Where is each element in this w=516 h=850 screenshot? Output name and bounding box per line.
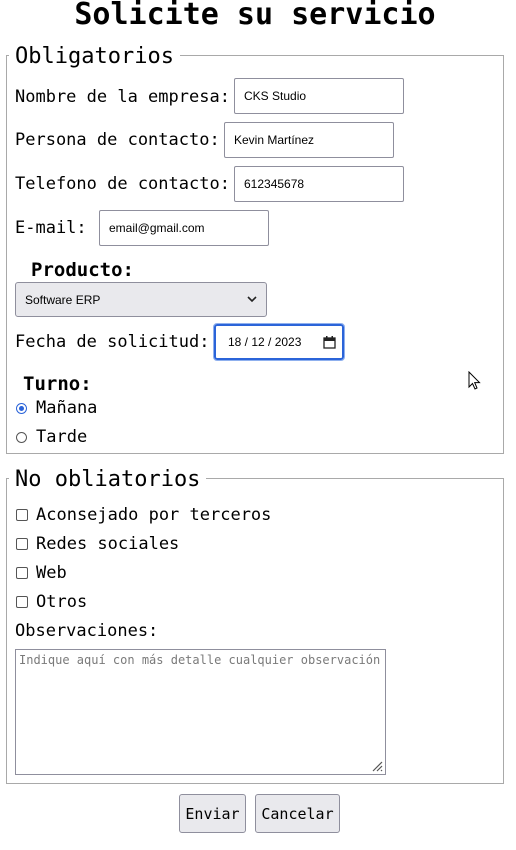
shift-radio-afternoon[interactable] <box>16 432 27 443</box>
shift-label: Turno: <box>23 373 92 395</box>
date-label: Fecha de solicitud: <box>15 332 210 352</box>
email-input[interactable]: email@gmail.com <box>99 210 269 246</box>
notes-label: Observaciones: <box>15 621 159 641</box>
shift-radio-morning[interactable] <box>16 403 27 414</box>
checkbox-web-label: Web <box>36 563 67 583</box>
date-input[interactable]: 18 / 12 / 2023 <box>213 323 345 361</box>
contact-input[interactable]: Kevin Martínez <box>224 122 394 158</box>
contact-input-value: Kevin Martínez <box>234 133 315 147</box>
phone-input[interactable]: 612345678 <box>234 166 404 202</box>
checkbox-other[interactable] <box>16 596 28 608</box>
mouse-cursor-icon <box>468 371 481 390</box>
checkbox-web[interactable] <box>16 567 28 579</box>
required-legend: Obligatorios <box>9 44 180 70</box>
resize-grip-icon[interactable] <box>371 760 383 772</box>
phone-input-value: 612345678 <box>244 177 305 191</box>
calendar-icon[interactable] <box>323 335 336 349</box>
chevron-down-icon <box>247 296 257 303</box>
cancel-button[interactable]: Cancelar <box>255 794 340 833</box>
page-title: Solicite su servicio <box>74 0 436 32</box>
checkbox-other-label: Otros <box>36 592 88 612</box>
notes-placeholder: Indique aquí con más detalle cualquier o… <box>19 653 381 667</box>
checkbox-social-label: Redes sociales <box>36 534 180 554</box>
email-label: E-mail: <box>15 218 87 238</box>
optional-legend: No obliatorios <box>9 467 207 493</box>
checkbox-referral[interactable] <box>16 509 28 521</box>
phone-label: Telefono de contacto: <box>15 174 230 194</box>
contact-label: Persona de contacto: <box>15 130 220 150</box>
product-label: Producto: <box>31 259 134 281</box>
submit-button[interactable]: Enviar <box>179 794 246 833</box>
date-input-value: 18 / 12 / 2023 <box>228 335 302 349</box>
shift-option-afternoon: Tarde <box>36 427 88 447</box>
product-select[interactable]: Software ERP <box>15 282 267 317</box>
email-input-value: email@gmail.com <box>109 221 205 235</box>
notes-textarea[interactable]: Indique aquí con más detalle cualquier o… <box>15 649 386 775</box>
shift-option-morning: Mañana <box>36 398 98 418</box>
company-input-value: CKS Studio <box>244 89 307 103</box>
company-input[interactable]: CKS Studio <box>234 78 404 114</box>
checkbox-referral-label: Aconsejado por terceros <box>36 505 272 525</box>
product-select-value: Software ERP <box>25 292 101 307</box>
checkbox-social[interactable] <box>16 538 28 550</box>
company-label: Nombre de la empresa: <box>15 87 230 107</box>
